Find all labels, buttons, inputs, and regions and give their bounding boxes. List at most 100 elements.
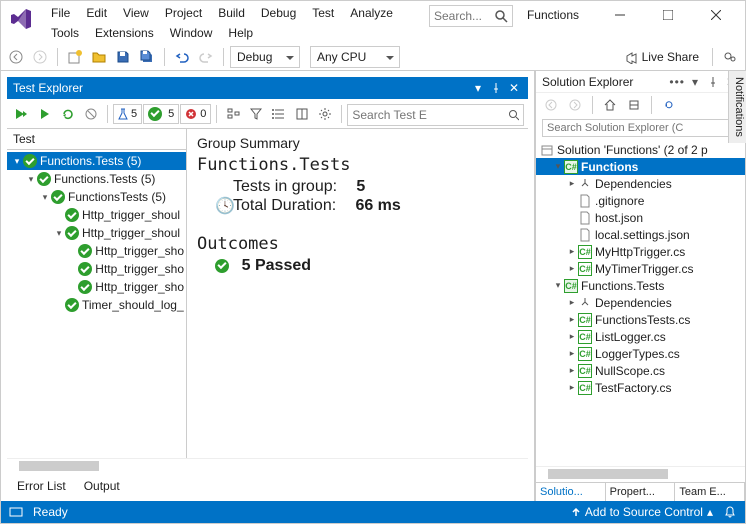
menu-view[interactable]: View [115,3,157,23]
failed-tests-pill[interactable]: 0 [180,104,211,124]
properties-tab[interactable]: Propert... [606,483,676,501]
team-explorer-tab[interactable]: Team E... [675,483,745,501]
solution-platform-dropdown[interactable]: Any CPU [310,46,400,68]
expander-icon[interactable]: ▾ [53,228,65,239]
menu-help[interactable]: Help [220,23,261,43]
dots-icon[interactable]: ••• [669,75,685,89]
test-tree-item[interactable]: Http_trigger_sho [7,278,186,296]
test-tree-item[interactable]: ▾Functions.Tests (5) [7,170,186,188]
feedback-button[interactable] [719,46,741,68]
menu-tools[interactable]: Tools [43,23,87,43]
nav-forward-button[interactable] [29,46,51,68]
solution-explorer-search[interactable] [542,119,739,137]
menu-edit[interactable]: Edit [78,3,115,23]
expander-icon[interactable]: ▾ [552,161,564,172]
expander-icon[interactable]: ▾ [552,280,564,291]
error-list-tab[interactable]: Error List [11,477,72,495]
quick-launch-search[interactable] [429,5,513,27]
pin-icon[interactable] [488,80,504,96]
menu-window[interactable]: Window [162,23,221,43]
new-project-button[interactable] [64,46,86,68]
solution-tree-item[interactable]: ▸Dependencies [536,294,745,311]
expander-icon[interactable]: ▸ [566,314,578,325]
close-panel-icon[interactable]: ✕ [506,80,522,96]
notifications-tab[interactable]: Notifications [728,71,746,143]
solution-tree-item[interactable]: ▸C#FunctionsTests.cs [536,311,745,328]
se-back-button[interactable] [540,94,562,116]
menu-analyze[interactable]: Analyze [342,3,401,23]
expander-icon[interactable]: ▾ [39,192,51,203]
expander-icon[interactable]: ▸ [566,297,578,308]
solution-tree-item[interactable]: .gitignore [536,192,745,209]
expander-icon[interactable]: ▾ [25,174,37,185]
se-refresh-button[interactable] [658,94,680,116]
solution-tree-item[interactable]: host.json [536,209,745,226]
pin-icon[interactable] [705,74,721,90]
group-by-button[interactable] [268,103,290,125]
menu-test[interactable]: Test [304,3,342,23]
test-tree-item[interactable]: ▾Functions.Tests (5) [7,152,186,170]
solution-node[interactable]: Solution 'Functions' (2 of 2 p [536,141,745,158]
solution-tree-item[interactable]: ▸C#NullScope.cs [536,362,745,379]
redo-button[interactable] [195,46,217,68]
nav-back-button[interactable] [5,46,27,68]
save-all-button[interactable] [136,46,158,68]
run-all-button[interactable] [11,103,33,125]
columns-button[interactable] [291,103,313,125]
solution-explorer-search-input[interactable] [542,119,739,137]
settings-button[interactable] [314,103,336,125]
se-home-button[interactable] [599,94,621,116]
expander-icon[interactable]: ▸ [566,263,578,274]
solution-tree-item[interactable]: ▸C#MyTimerTrigger.cs [536,260,745,277]
total-tests-pill[interactable]: 5 [113,104,142,124]
test-tree-item[interactable]: ▾FunctionsTests (5) [7,188,186,206]
expander-icon[interactable]: ▾ [11,156,23,167]
repeat-run-button[interactable] [57,103,79,125]
show-hierarchy-button[interactable] [222,103,244,125]
expander-icon[interactable]: ▸ [566,246,578,257]
test-tree-item[interactable]: Http_trigger_sho [7,260,186,278]
solution-tree-item[interactable]: local.settings.json [536,226,745,243]
expander-icon[interactable]: ▸ [566,348,578,359]
minimize-button[interactable] [603,3,637,27]
test-search-box[interactable] [347,104,524,126]
test-tree-item[interactable]: Http_trigger_sho [7,242,186,260]
test-tree-item[interactable]: ▾Http_trigger_shoul [7,224,186,242]
menu-project[interactable]: Project [157,3,210,23]
solution-tree-item[interactable]: ▸C#LoggerTypes.cs [536,345,745,362]
filter-button[interactable] [245,103,267,125]
open-file-button[interactable] [88,46,110,68]
solution-tree-item[interactable]: ▸Dependencies [536,175,745,192]
solution-tree-item[interactable]: ▸C#TestFactory.cs [536,379,745,396]
test-tree-item[interactable]: Timer_should_log_ [7,296,186,314]
window-position-icon[interactable]: ▾ [687,74,703,90]
add-source-control[interactable]: Add to Source Control ▴ [571,505,713,519]
expander-icon[interactable]: ▸ [566,178,578,189]
menu-extensions[interactable]: Extensions [87,23,162,43]
tasks-icon[interactable] [9,506,23,518]
horizontal-scrollbar[interactable] [7,458,528,474]
passed-tests-pill[interactable]: 5 [143,104,179,124]
test-tree-item[interactable]: Http_trigger_shoul [7,206,186,224]
bell-icon[interactable] [723,505,737,519]
cancel-run-button[interactable] [80,103,102,125]
solution-tree-item[interactable]: ▾C#Functions.Tests [536,277,745,294]
test-tree-header[interactable]: Test [7,129,186,150]
quick-launch-input[interactable] [434,9,494,23]
solution-tree-item[interactable]: ▸C#MyHttpTrigger.cs [536,243,745,260]
undo-button[interactable] [171,46,193,68]
solution-tree-item[interactable]: ▸C#ListLogger.cs [536,328,745,345]
se-horizontal-scrollbar[interactable] [536,466,745,482]
close-button[interactable] [699,3,733,27]
run-button[interactable] [34,103,56,125]
maximize-button[interactable] [651,3,685,27]
window-position-icon[interactable]: ▾ [470,80,486,96]
save-button[interactable] [112,46,134,68]
menu-debug[interactable]: Debug [253,3,304,23]
live-share-button[interactable]: Live Share [617,46,706,68]
expander-icon[interactable]: ▸ [566,382,578,393]
expander-icon[interactable]: ▸ [566,331,578,342]
solution-tab[interactable]: Solutio... [536,483,606,501]
menu-file[interactable]: File [43,3,78,23]
se-sync-button[interactable] [623,94,645,116]
